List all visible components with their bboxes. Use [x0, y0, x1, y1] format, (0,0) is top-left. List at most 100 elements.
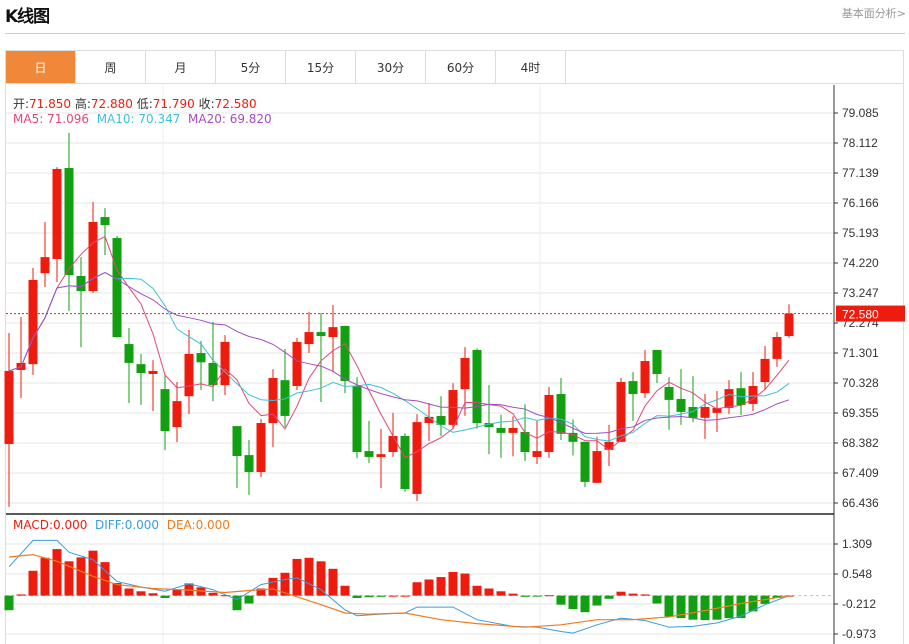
- candle-up: [40, 257, 50, 274]
- close-value: 72.580: [214, 97, 257, 111]
- macd-bar: [88, 550, 98, 596]
- candle-down: [496, 427, 506, 433]
- dea-legend-value: DEA:0.000: [166, 518, 230, 532]
- macd-bar: [544, 595, 554, 597]
- candle-up: [700, 406, 710, 418]
- macd-bar: [424, 579, 434, 596]
- open-value: 71.850: [29, 97, 72, 111]
- price-tick-label: 70.328: [842, 376, 879, 390]
- macd-bar: [580, 595, 590, 613]
- price-tick-label: 78.112: [842, 136, 878, 150]
- candle-up: [592, 451, 602, 483]
- price-tick-label: 69.355: [842, 406, 879, 420]
- macd-bar: [40, 557, 50, 596]
- macd-bar: [532, 595, 542, 597]
- open-label: 开:: [13, 97, 30, 111]
- candle-up: [388, 435, 398, 453]
- macd-bar: [640, 594, 650, 596]
- candle-down: [364, 451, 374, 457]
- macd-bar: [664, 595, 674, 617]
- candle-up: [292, 341, 302, 387]
- candle-up: [28, 279, 38, 365]
- ma-legend: MA5: 71.096 MA10: 70.347 MA20: 69.820: [13, 112, 272, 126]
- ma20-legend: MA20: 69.820: [188, 112, 272, 126]
- macd-bar: [496, 591, 506, 596]
- macd-legend-value: MACD:0.000: [13, 518, 88, 532]
- macd-bar: [400, 595, 410, 597]
- candle-down: [280, 380, 290, 416]
- candle-down: [232, 426, 242, 457]
- candle-down: [124, 344, 134, 363]
- candle-down: [628, 381, 638, 395]
- macd-bar: [172, 589, 182, 596]
- candle-down: [652, 349, 662, 374]
- macd-tick-label: 1.309: [842, 537, 872, 551]
- macd-bar: [616, 591, 626, 596]
- candle-down: [76, 275, 86, 292]
- macd-bar: [652, 595, 662, 604]
- candle-up: [604, 441, 614, 450]
- low-label: 低:: [136, 97, 153, 111]
- candle-down: [520, 431, 530, 453]
- candle-up: [724, 389, 734, 408]
- candle-up: [616, 382, 626, 442]
- macd-legend: MACD:0.000 DIFF:0.000 DEA:0.000: [13, 518, 230, 532]
- candle-up: [544, 394, 554, 453]
- candle-up: [376, 454, 386, 457]
- candle-up: [184, 353, 194, 397]
- high-value: 72.880: [90, 97, 133, 111]
- macd-bar: [436, 577, 446, 596]
- price-tick-label: 68.382: [842, 436, 879, 450]
- low-value: 71.790: [152, 97, 195, 111]
- macd-bar: [124, 588, 134, 596]
- candle-up: [772, 336, 782, 359]
- macd-bar: [376, 595, 386, 597]
- diff-legend-value: DIFF:0.000: [95, 518, 160, 532]
- macd-bar: [556, 595, 566, 605]
- candle-up: [508, 427, 518, 433]
- candle-down: [676, 398, 686, 412]
- candle-down: [340, 325, 350, 382]
- macd-bar: [208, 592, 218, 596]
- candle-down: [400, 435, 410, 490]
- price-tick-label: 74.220: [842, 256, 879, 270]
- macd-bar: [292, 558, 302, 596]
- candle-down: [664, 386, 674, 400]
- price-tick-label: 66.436: [842, 496, 879, 510]
- price-tick-label: 77.139: [842, 166, 879, 180]
- macd-bar: [700, 595, 710, 621]
- macd-bar: [136, 591, 146, 596]
- candle-up: [4, 370, 14, 444]
- candle-up: [532, 451, 542, 457]
- macd-tick-label: -0.973: [842, 627, 876, 641]
- macd-bar: [520, 595, 530, 597]
- high-label: 高:: [74, 97, 91, 111]
- macd-bar: [52, 549, 62, 596]
- macd-tick-label: -0.212: [842, 597, 876, 611]
- price-tick-label: 71.301: [842, 346, 879, 360]
- macd-bar: [472, 585, 482, 596]
- candle-up: [148, 370, 158, 374]
- candle-up: [760, 358, 770, 383]
- close-label: 收:: [198, 97, 215, 111]
- diff-line: [8, 539, 790, 634]
- candle-up: [52, 168, 62, 259]
- candle-down: [112, 238, 122, 337]
- macd-bar: [16, 594, 26, 596]
- ma10-legend: MA10: 70.347: [96, 112, 181, 126]
- candle-down: [160, 389, 170, 432]
- candle-down: [316, 332, 326, 337]
- macd-bar: [328, 568, 338, 596]
- macd-bar: [388, 595, 398, 597]
- ma5-legend: MA5: 71.096: [13, 112, 90, 126]
- macd-bar: [604, 595, 614, 599]
- price-tick-label: 79.085: [842, 106, 879, 120]
- price-tick-label: 73.247: [842, 286, 879, 300]
- candle-down: [244, 455, 254, 473]
- macd-bar: [76, 557, 86, 596]
- candle-up: [220, 341, 230, 386]
- ohlc-legend: 开:71.850 高:72.880 低:71.790 收:72.580: [13, 95, 257, 112]
- macd-bar: [304, 557, 314, 596]
- macd-bar: [364, 595, 374, 598]
- candle-up: [256, 423, 266, 473]
